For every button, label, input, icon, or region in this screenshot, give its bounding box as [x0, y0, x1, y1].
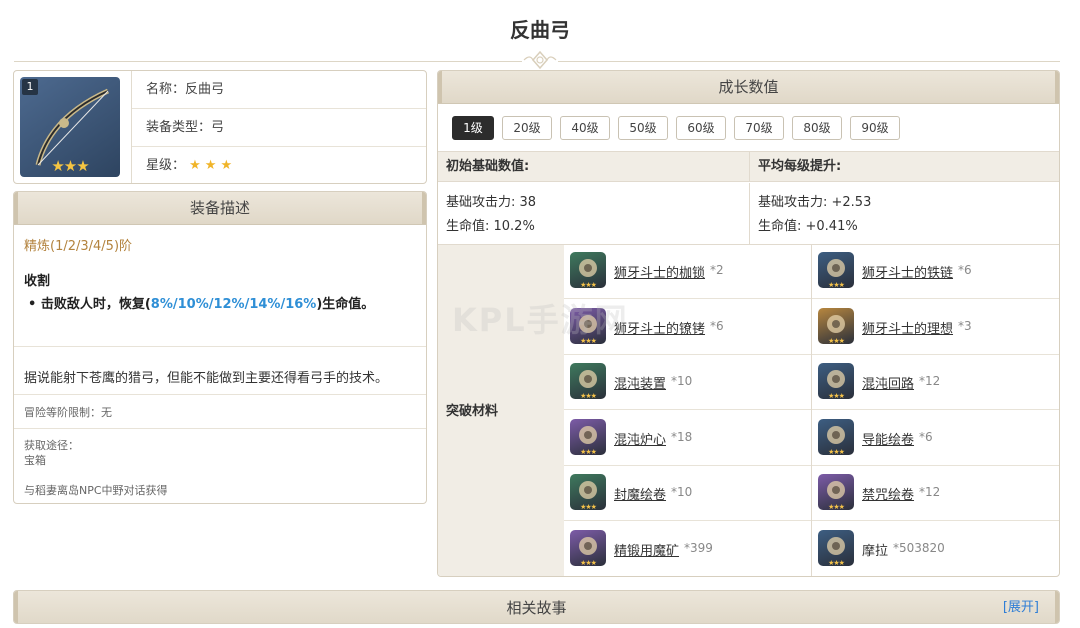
- skill-name: 收割: [24, 274, 51, 289]
- weapon-name: 名称：反曲弓: [132, 71, 426, 109]
- material-item[interactable]: ★★★ 狮牙斗士的枷锁 *2: [564, 244, 811, 299]
- source-item: 宝箱: [24, 454, 46, 467]
- per-level-header: 平均每级提升:: [749, 151, 1059, 182]
- divider: [14, 346, 426, 347]
- material-count: *503820: [893, 541, 945, 555]
- ore-icon: ★★★: [570, 530, 606, 567]
- skill-values: 8%/10%/12%/14%/16%: [150, 297, 317, 312]
- material-name[interactable]: 混沌回路: [862, 373, 914, 392]
- weapon-info-card: 1 ★★★ 名称：反曲弓 装备类型：弓 星级： ★★★: [13, 70, 427, 184]
- material-count: *399: [684, 541, 713, 555]
- material-item[interactable]: ★★★ 混沌炉心 *18: [564, 411, 811, 466]
- chains-icon: ★★★: [570, 252, 606, 289]
- material-name[interactable]: 摩拉: [862, 540, 888, 559]
- scroll-icon: ★★★: [818, 418, 854, 456]
- level-badge: 1: [22, 79, 38, 95]
- material-count: *6: [958, 263, 972, 277]
- chaos-device-icon: ★★★: [570, 363, 606, 400]
- divider: [14, 394, 426, 395]
- base-hp: 生命值: 10.2%: [446, 219, 535, 234]
- level-tab-80[interactable]: 80级: [792, 116, 842, 140]
- description-panel: 装备描述 精炼(1/2/3/4/5)阶 收割 • 击败敌人时，恢复(8%/10%…: [13, 191, 427, 504]
- flavor-text: 据说能射下苍鹰的猎弓，但能不能做到主要还得看弓手的技术。: [24, 371, 389, 386]
- material-item[interactable]: ★★★ 封魔绘卷 *10: [564, 466, 811, 522]
- material-name[interactable]: 狮牙斗士的枷锁: [614, 262, 705, 281]
- level-tab-40[interactable]: 40级: [560, 116, 610, 140]
- weapon-rarity: 星级： ★★★: [132, 147, 426, 183]
- source-label: 获取途径：: [24, 439, 79, 452]
- watermark: KPL手游网: [452, 301, 629, 339]
- level-tab-1[interactable]: 1级: [452, 116, 494, 140]
- material-item[interactable]: ★★★ 导能绘卷 *6: [812, 411, 1059, 466]
- material-item[interactable]: ★★★ 摩拉 *503820: [812, 522, 1059, 576]
- per-level-stats: 基础攻击力: +2.53 生命值: +0.41%: [749, 183, 1059, 244]
- growth-header: 成长数值: [438, 71, 1059, 104]
- material-name[interactable]: 封魔绘卷: [614, 484, 666, 503]
- material-item[interactable]: ★★★ 混沌回路 *12: [812, 355, 1059, 411]
- material-item[interactable]: ★★★ 精锻用魔矿 *399: [564, 522, 811, 576]
- material-name[interactable]: 狮牙斗士的理想: [862, 318, 953, 337]
- ar-limit: 冒险等阶限制：无: [24, 406, 112, 419]
- base-atk: 基础攻击力: 38: [446, 195, 537, 210]
- material-name[interactable]: 混沌炉心: [614, 429, 666, 448]
- material-item[interactable]: ★★★ 狮牙斗士的铁链 *6: [812, 244, 1059, 299]
- refinement-label: 精炼(1/2/3/4/5)阶: [24, 239, 133, 254]
- ideal-icon: ★★★: [818, 307, 854, 345]
- material-count: *12: [919, 374, 941, 389]
- material-count: *3: [958, 318, 972, 333]
- material-item[interactable]: ★★★ 混沌装置 *10: [564, 355, 811, 411]
- material-count: *6: [710, 318, 724, 333]
- chaos-circuit-icon: ★★★: [818, 363, 854, 400]
- story-header: 相关故事: [14, 591, 1059, 623]
- forbidden-scroll-icon: ★★★: [818, 474, 854, 511]
- rarity-stars: ★★★: [51, 157, 89, 175]
- inc-hp: 生命值: +0.41%: [758, 219, 858, 234]
- weapon-type: 装备类型：弓: [132, 109, 426, 147]
- material-name[interactable]: 导能绘卷: [862, 429, 914, 448]
- material-count: *6: [919, 429, 933, 444]
- level-tab-50[interactable]: 50级: [618, 116, 668, 140]
- divider: [14, 428, 426, 429]
- page-title: 反曲弓: [510, 18, 570, 42]
- material-count: *18: [671, 429, 693, 444]
- material-item[interactable]: ★★★ 禁咒绘卷 *12: [812, 466, 1059, 522]
- source-item: 与稻妻离岛NPC中野对话获得: [24, 484, 168, 497]
- level-tab-60[interactable]: 60级: [676, 116, 726, 140]
- chaos-core-icon: ★★★: [570, 418, 606, 456]
- material-name[interactable]: 混沌装置: [614, 373, 666, 392]
- iron-chain-icon: ★★★: [818, 252, 854, 289]
- ornament-icon: [522, 50, 558, 70]
- weapon-image: 1 ★★★: [20, 77, 120, 177]
- material-count: *10: [671, 374, 693, 389]
- level-tab-20[interactable]: 20级: [502, 116, 552, 140]
- skill-text: • 击败敌人时，恢复(8%/10%/12%/14%/16%)生命值。: [28, 297, 375, 312]
- rarity-label: 星级：: [146, 158, 186, 173]
- materials-label: 突破材料: [438, 244, 564, 576]
- material-count: *12: [919, 485, 941, 500]
- growth-panel: 成长数值 1级 20级 40级 50级 60级 70级 80级 90级 初始基础…: [437, 70, 1060, 577]
- material-item[interactable]: ★★★ 狮牙斗士的理想 *3: [812, 300, 1059, 355]
- material-name[interactable]: 狮牙斗士的铁链: [862, 262, 953, 281]
- material-name[interactable]: 精锻用魔矿: [614, 540, 679, 559]
- sealed-scroll-icon: ★★★: [570, 474, 606, 511]
- material-count: *2: [710, 263, 724, 277]
- star-icon: ★★★: [189, 158, 237, 173]
- story-panel: 相关故事 [展开]: [13, 590, 1060, 624]
- material-name[interactable]: 禁咒绘卷: [862, 484, 914, 503]
- expand-link[interactable]: [展开]: [1003, 591, 1039, 623]
- base-stats-header: 初始基础数值:: [438, 151, 749, 182]
- level-tab-90[interactable]: 90级: [850, 116, 900, 140]
- material-count: *10: [671, 485, 693, 500]
- description-header: 装备描述: [14, 192, 426, 225]
- mora-icon: ★★★: [818, 530, 854, 567]
- level-tab-70[interactable]: 70级: [734, 116, 784, 140]
- inc-atk: 基础攻击力: +2.53: [758, 195, 872, 210]
- base-stats: 基础攻击力: 38 生命值: 10.2%: [438, 183, 749, 244]
